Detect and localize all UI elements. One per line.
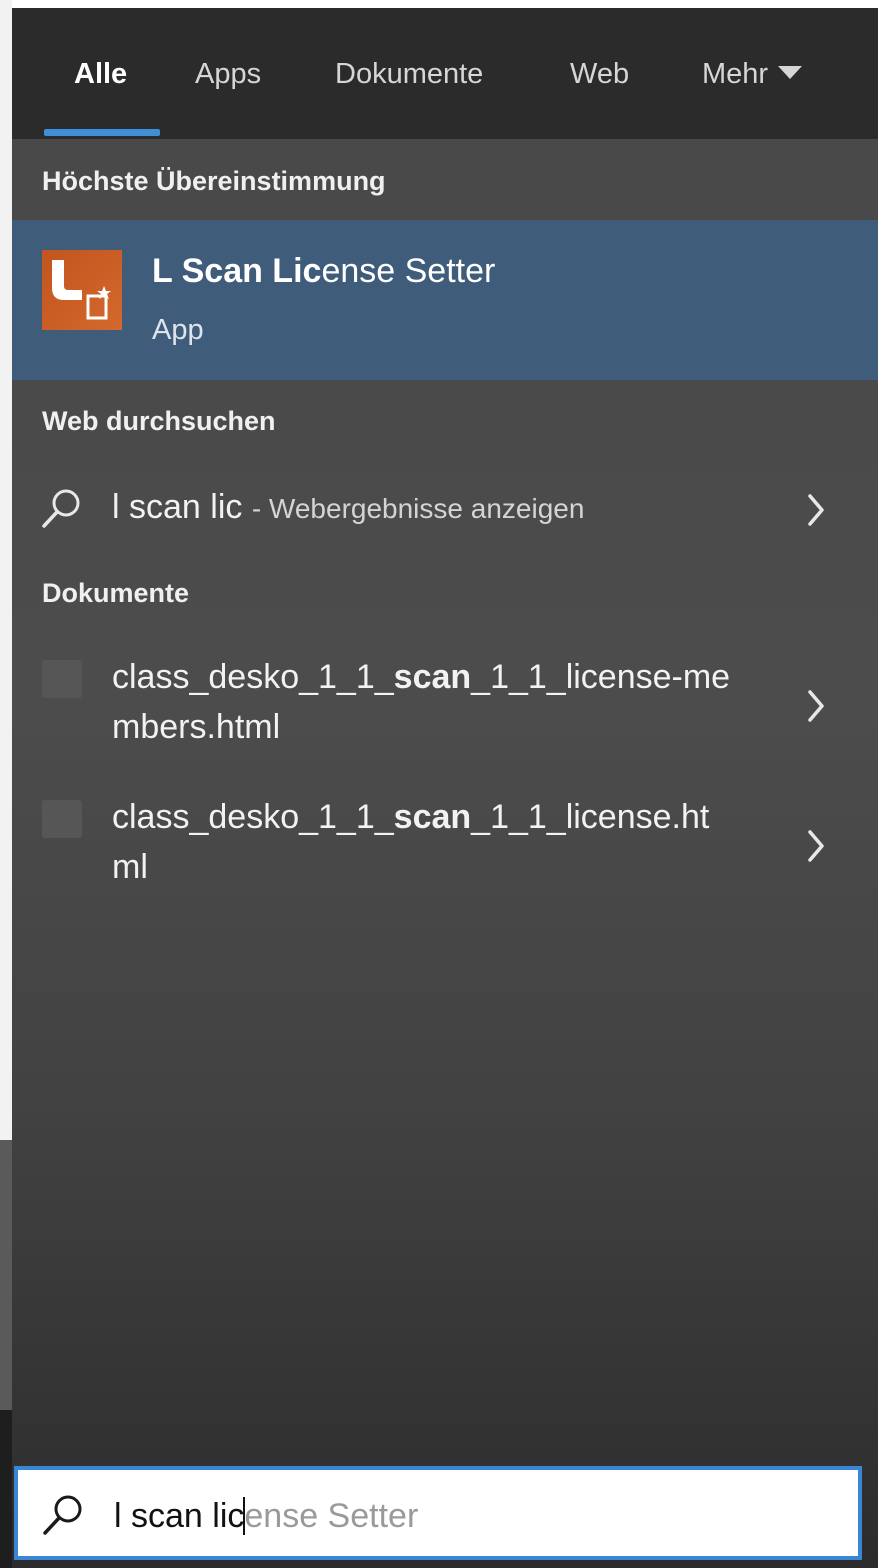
best-match-heading: Höchste Übereinstimmung	[42, 166, 386, 196]
document-name-prefix: class_desko_1_1_	[112, 658, 394, 696]
tab-apps[interactable]: Apps	[195, 54, 261, 94]
web-search-heading: Web durchsuchen	[42, 406, 276, 436]
chevron-right-icon	[808, 494, 824, 526]
document-result-2[interactable]: class_desko_1_1_scan_1_1_license.html	[12, 788, 878, 904]
web-search-text: l scan lic - Webergebnisse anzeigen	[112, 488, 584, 527]
best-match-title: L Scan License Setter	[152, 252, 495, 291]
best-match-subtitle: App	[152, 314, 204, 346]
tab-web[interactable]: Web	[570, 54, 629, 94]
search-text: l scan license Setter	[114, 1496, 418, 1537]
web-search-suffix: - Webergebnisse anzeigen	[251, 493, 585, 524]
desktop-background	[0, 0, 12, 1568]
app-icon-l-scan	[42, 250, 122, 330]
document-file-icon	[42, 800, 82, 838]
document-name-highlight: scan	[393, 658, 472, 696]
search-typed-text: l scan lic	[114, 1497, 245, 1535]
tab-mehr[interactable]: Mehr	[702, 54, 803, 94]
start-search-panel: Alle Apps Dokumente Web Mehr Höchste Übe…	[12, 8, 878, 1568]
search-autocomplete-suggestion: ense Setter	[244, 1497, 419, 1535]
best-match-title-highlight: L Scan Lic	[152, 252, 322, 290]
document-name-highlight: scan	[393, 798, 472, 836]
caret-down-icon	[778, 65, 803, 79]
tab-mehr-label: Mehr	[702, 58, 769, 90]
tab-alle[interactable]: Alle	[74, 54, 127, 94]
web-search-query: l scan lic	[112, 488, 243, 526]
document-name-prefix: class_desko_1_1_	[112, 798, 394, 836]
text-caret	[243, 1497, 246, 1536]
web-search-result[interactable]: l scan lic - Webergebnisse anzeigen	[12, 470, 878, 548]
best-match-result[interactable]: L Scan License Setter App	[12, 220, 878, 380]
chevron-right-icon	[808, 690, 824, 722]
document-name: class_desko_1_1_scan_1_1_license-members…	[112, 652, 732, 752]
filter-tab-bar: Alle Apps Dokumente Web Mehr	[12, 8, 878, 139]
active-tab-indicator	[44, 129, 160, 136]
document-file-icon	[42, 660, 82, 698]
tab-dokumente[interactable]: Dokumente	[335, 54, 483, 94]
search-icon	[43, 1495, 82, 1535]
best-match-title-rest: ense Setter	[321, 252, 496, 290]
documents-heading: Dokumente	[42, 578, 190, 608]
chevron-right-icon	[808, 830, 824, 862]
document-name: class_desko_1_1_scan_1_1_license.html	[112, 792, 732, 892]
document-result-1[interactable]: class_desko_1_1_scan_1_1_license-members…	[12, 648, 878, 764]
search-icon	[42, 489, 80, 528]
search-input[interactable]: l scan license Setter	[14, 1466, 862, 1560]
